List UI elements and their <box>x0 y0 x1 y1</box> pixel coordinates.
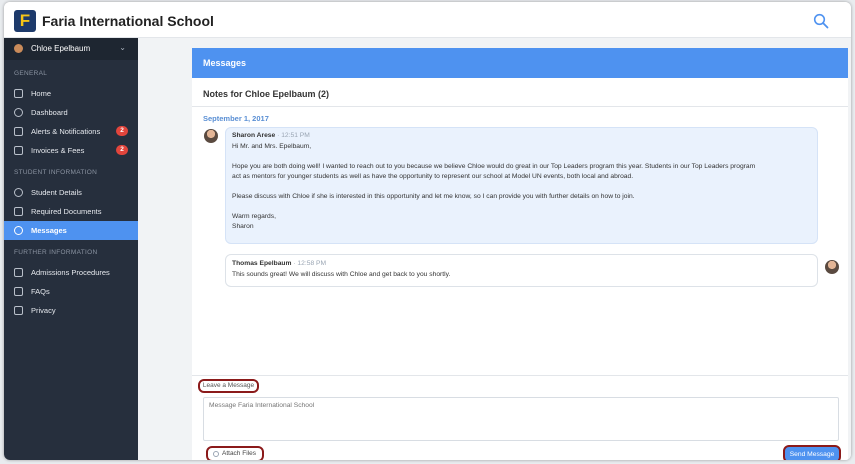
message-line: Please discuss with Chloe if she is inte… <box>232 193 635 200</box>
attach-files-label: Attach Files <box>222 450 256 457</box>
section-further-info: FURTHER INFORMATION <box>14 249 98 256</box>
sidebar: Chloe Epelbaum ⌄ GENERAL Home Dashboard … <box>4 38 138 460</box>
school-logo[interactable]: F <box>14 10 36 32</box>
sidebar-item-faqs[interactable]: FAQs <box>4 282 138 301</box>
chevron-down-icon: ⌄ <box>119 43 126 52</box>
message-time: 12:58 PM <box>297 260 327 267</box>
message-bubble: Thomas Epelbaum · 12:58 PM This sounds g… <box>225 254 818 287</box>
sidebar-item-required-documents[interactable]: Required Documents <box>4 202 138 221</box>
attach-checkbox-icon[interactable] <box>213 451 219 457</box>
message-author: Thomas Epelbaum <box>232 260 292 267</box>
message-time: 12:51 PM <box>281 132 310 139</box>
message-meta: Thomas Epelbaum · 12:58 PM <box>232 259 326 269</box>
divider <box>192 106 848 107</box>
documents-icon <box>14 207 23 216</box>
message-line: Sharon <box>232 223 254 230</box>
divider <box>192 375 848 376</box>
avatar <box>825 260 839 274</box>
sidebar-item-label: Student Details <box>31 188 82 197</box>
user-name: Chloe Epelbaum <box>31 44 91 53</box>
admissions-icon <box>14 268 23 277</box>
sidebar-item-label: Alerts & Notifications <box>31 127 101 136</box>
sidebar-item-label: FAQs <box>31 287 50 296</box>
alerts-icon <box>14 127 23 136</box>
section-student-info: STUDENT INFORMATION <box>14 169 98 176</box>
sidebar-item-label: Privacy <box>31 306 56 315</box>
message-meta: Sharon Arese · 12:51 PM <box>232 131 310 141</box>
sidebar-item-label: Messages <box>31 226 67 235</box>
privacy-icon <box>14 306 23 315</box>
logo-letter: F <box>19 11 31 30</box>
message-line: Warm regards, <box>232 213 276 220</box>
invoice-icon <box>14 146 23 155</box>
student-icon <box>14 188 23 197</box>
message-author: Sharon Arese <box>232 132 276 139</box>
sidebar-item-label: Dashboard <box>31 108 68 117</box>
home-icon <box>14 89 23 98</box>
message-line: Hi Mr. and Mrs. Epelbaum, <box>232 143 312 150</box>
avatar <box>14 44 23 53</box>
message-date: September 1, 2017 <box>203 114 269 123</box>
sidebar-item-label: Admissions Procedures <box>31 268 110 277</box>
sidebar-item-label: Required Documents <box>31 207 102 216</box>
messages-icon <box>14 226 23 235</box>
messages-panel: Messages Notes for Chloe Epelbaum (2) Se… <box>192 48 848 460</box>
sidebar-item-messages[interactable]: Messages <box>4 221 138 240</box>
message-line: act as mentors for younger students as w… <box>232 173 634 180</box>
top-bar: F Faria International School <box>4 2 851 38</box>
search-icon[interactable] <box>813 13 829 29</box>
invoices-count-badge: 2 <box>116 145 128 155</box>
message-input[interactable] <box>203 397 839 441</box>
avatar <box>204 129 218 143</box>
sidebar-item-privacy[interactable]: Privacy <box>4 301 138 320</box>
sidebar-item-dashboard[interactable]: Dashboard <box>4 103 138 122</box>
message-line: Hope you are both doing well! I wanted t… <box>232 163 756 170</box>
sidebar-item-admissions[interactable]: Admissions Procedures <box>4 263 138 282</box>
app-window: F Faria International School Chloe Epelb… <box>4 2 851 460</box>
dashboard-icon <box>14 108 23 117</box>
panel-header: Messages <box>192 48 848 78</box>
send-message-button[interactable]: Send Message <box>783 445 841 460</box>
faq-icon <box>14 287 23 296</box>
notes-title: Notes for Chloe Epelbaum (2) <box>203 89 330 99</box>
message-bubble: Sharon Arese · 12:51 PM Hi Mr. and Mrs. … <box>225 127 818 244</box>
page-title: Messages <box>203 58 247 68</box>
sidebar-item-student-details[interactable]: Student Details <box>4 183 138 202</box>
sidebar-item-label: Home <box>31 89 52 98</box>
attach-files-button[interactable]: Attach Files <box>206 446 264 460</box>
sidebar-item-alerts[interactable]: Alerts & Notifications 2 <box>4 122 138 141</box>
main-content: Messages Notes for Chloe Epelbaum (2) Se… <box>138 38 851 460</box>
leave-message-label: Leave a Message <box>198 379 259 393</box>
school-name: Faria International School <box>42 13 214 29</box>
sidebar-item-invoices[interactable]: Invoices & Fees 2 <box>4 141 138 160</box>
section-general: GENERAL <box>14 70 48 77</box>
sidebar-item-home[interactable]: Home <box>4 84 138 103</box>
user-switcher[interactable]: Chloe Epelbaum ⌄ <box>4 38 138 60</box>
alerts-count-badge: 2 <box>116 126 128 136</box>
sidebar-item-label: Invoices & Fees <box>31 146 85 155</box>
message-line: This sounds great! We will discuss with … <box>232 271 451 278</box>
